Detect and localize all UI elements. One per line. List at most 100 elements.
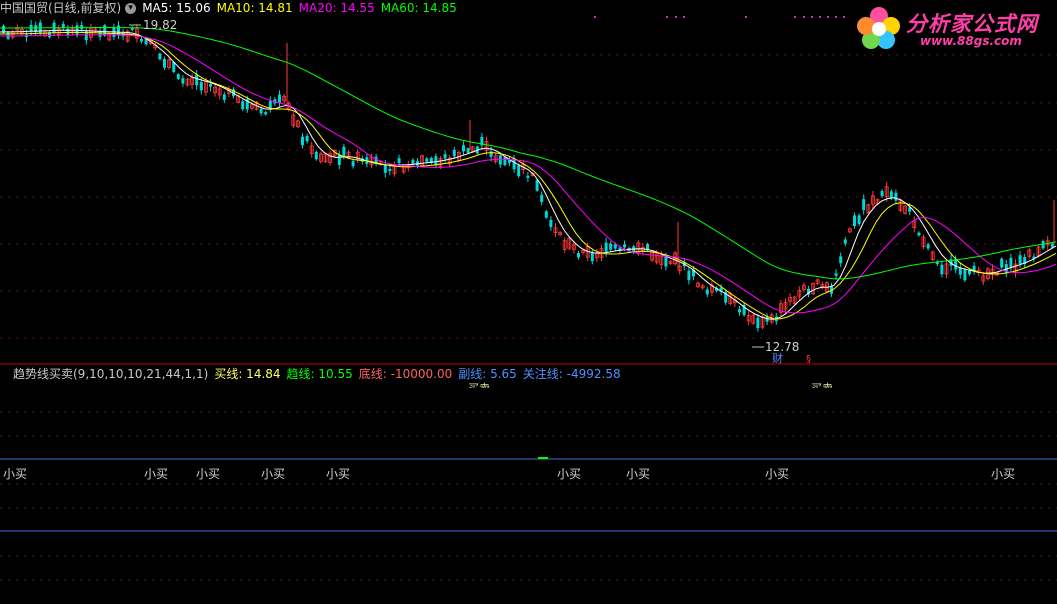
- candle-body: [917, 232, 921, 236]
- ma-line-ma60: [0, 27, 1057, 280]
- candle-body: [140, 38, 143, 42]
- candle-body: [305, 136, 309, 142]
- top-dots: [594, 16, 845, 18]
- candle-body: [889, 191, 893, 199]
- candle-body: [687, 270, 691, 281]
- candle-body: [98, 31, 102, 37]
- candle-body: [163, 58, 166, 68]
- high-label: 19.82: [143, 18, 177, 32]
- candle-body: [388, 168, 392, 171]
- buysell-label-1: 买卖: [468, 380, 490, 388]
- candle-body: [383, 164, 387, 173]
- candle-body: [209, 83, 212, 87]
- candle-body: [756, 317, 760, 329]
- indicator-value-item: 副线: 5.65: [458, 367, 517, 381]
- small-buy-signal: 小买: [991, 467, 1016, 481]
- settings-icon[interactable]: ▾: [125, 3, 137, 14]
- brand-logo: 分析家公式网 www.88gs.com: [854, 4, 1049, 52]
- candle-body: [337, 154, 341, 165]
- cai-marker: 财: [772, 351, 783, 365]
- candle-body: [1050, 243, 1054, 248]
- candle-body: [853, 215, 856, 227]
- candle-body: [452, 149, 456, 157]
- buysell-label-2: 买卖: [811, 380, 833, 388]
- candle-body: [466, 148, 470, 153]
- small-buy-signal: 小买: [557, 467, 582, 481]
- candle-body: [425, 158, 429, 162]
- candle-body: [926, 244, 930, 249]
- candle-body: [503, 157, 507, 166]
- candle-body: [623, 244, 626, 248]
- candle-body: [342, 146, 346, 157]
- candle-body: [549, 219, 553, 228]
- candle-body: [176, 74, 180, 79]
- candle-body: [839, 256, 843, 264]
- candle-body: [738, 309, 741, 313]
- candle-body: [314, 151, 318, 160]
- small-buy-signal: 小买: [144, 467, 169, 481]
- candle-body: [103, 25, 107, 36]
- candle-body: [517, 165, 521, 177]
- candle-body: [544, 211, 548, 218]
- candle-body: [880, 190, 884, 197]
- candle-body: [158, 53, 162, 60]
- candle-body: [264, 112, 268, 115]
- candle-body: [954, 259, 958, 270]
- price-grid: [0, 54, 1057, 581]
- small-buy-signal: 小买: [261, 467, 286, 481]
- candle-body: [526, 175, 530, 178]
- small-buy-signal: 小买: [765, 467, 790, 481]
- candle-body: [397, 158, 401, 164]
- candle-body: [199, 82, 203, 91]
- indicator-value-item: 买线: 14.84: [214, 367, 281, 381]
- candle-body: [834, 273, 838, 276]
- small-buy-signal: 小买: [326, 467, 351, 481]
- ma-legend-item: MA10: 14.81: [216, 1, 293, 15]
- candle-body: [351, 161, 355, 167]
- candle-body: [609, 243, 613, 250]
- candle-body: [705, 289, 709, 295]
- ma-legend-item: MA60: 14.85: [380, 1, 457, 15]
- indicator-value-item: 趋线: 10.55: [286, 367, 353, 381]
- candle-body: [843, 239, 847, 244]
- ma-legend-item: MA5: 15.06: [142, 1, 211, 15]
- candle-body: [268, 101, 272, 108]
- candle-body: [222, 94, 226, 100]
- candle-body: [940, 264, 944, 275]
- candle-body: [195, 74, 199, 86]
- candles-group: [2, 19, 1055, 332]
- main-legend: 中国国贸(日线,前复权) ▾ MA5: 15.06 MA10: 14.81 MA20: …: [0, 0, 469, 16]
- small-buy-signal: 小买: [626, 467, 651, 481]
- brand-url: www.88gs.com: [920, 34, 1022, 48]
- candle-body: [862, 199, 866, 210]
- candle-body: [1018, 255, 1022, 264]
- candle-body: [604, 242, 608, 252]
- ma-legend: MA5: 15.06 MA10: 14.81 MA20: 14.55 MA60: 14…: [142, 1, 463, 15]
- indicator-value-item: 关注线: -4992.58: [522, 367, 621, 381]
- candle-body: [590, 252, 594, 262]
- candle-body: [181, 78, 185, 84]
- ma-legend-item: MA20: 14.55: [298, 1, 375, 15]
- candle-body: [462, 145, 465, 152]
- candle-body: [1000, 258, 1004, 268]
- kline-chart: 19.82 12.78 财 §: [0, 16, 1057, 581]
- candle-body: [443, 154, 447, 159]
- candle-body: [1009, 257, 1013, 268]
- candle-body: [498, 155, 502, 165]
- small-buy-signal: 小买: [196, 467, 221, 481]
- stock-title: 中国国贸(日线,前复权): [0, 1, 122, 15]
- indicator-values: 买线: 14.84 趋线: 10.55 底线: -10000.00 副线: 5.65 关…: [214, 367, 626, 381]
- candle-body: [664, 256, 668, 267]
- indicator-value-item: 底线: -10000.00: [358, 367, 453, 381]
- indicator-legend: 趋势线买卖(9,10,10,10,21,44,1,1) 买线: 14.84 趋线: …: [0, 366, 633, 382]
- candle-body: [894, 192, 898, 201]
- flower-logo-icon: [857, 7, 900, 49]
- candle-body: [540, 194, 544, 202]
- indicator-title: 趋势线买卖(9,10,10,10,21,44,1,1): [13, 367, 209, 381]
- red-marker: §: [806, 354, 811, 365]
- candle-body: [857, 215, 861, 224]
- candle-body: [241, 101, 245, 110]
- candle-body: [301, 136, 304, 146]
- candle-body: [259, 108, 263, 114]
- candle-body: [411, 159, 415, 164]
